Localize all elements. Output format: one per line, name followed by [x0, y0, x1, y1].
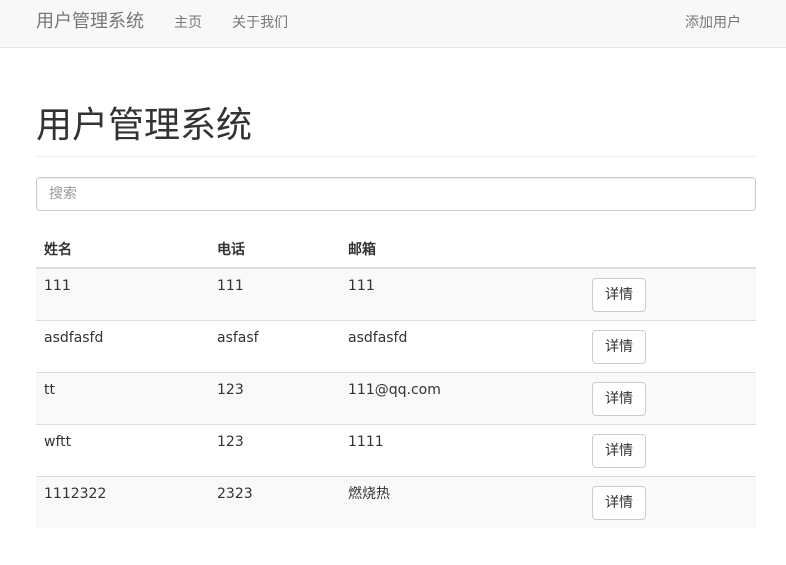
- cell-name: 1112322: [36, 476, 209, 528]
- table-row: 111 111 111 详情: [36, 267, 756, 321]
- page-title: 用户管理系统: [36, 105, 253, 146]
- table-body: 111 111 111 详情 asdfasfd asfasf asdfasfd …: [36, 267, 756, 528]
- cell-action: 详情: [584, 476, 756, 528]
- column-header-name: 姓名: [36, 230, 209, 269]
- cell-email: 111@qq.com: [340, 372, 584, 425]
- cell-action: 详情: [584, 267, 756, 321]
- cell-action: 详情: [584, 372, 756, 425]
- nav-link-about[interactable]: 关于我们: [232, 14, 288, 32]
- detail-button[interactable]: 详情: [592, 382, 646, 416]
- detail-button[interactable]: 详情: [592, 278, 646, 312]
- table-row: 1112322 2323 燃烧热 详情: [36, 476, 756, 528]
- cell-action: 详情: [584, 320, 756, 373]
- cell-name: asdfasfd: [36, 320, 209, 373]
- detail-button[interactable]: 详情: [592, 330, 646, 364]
- cell-email: 1111: [340, 424, 584, 477]
- user-table: 姓名 电话 邮箱 111 111 111 详情 asdfasfd asfasf …: [36, 230, 756, 528]
- detail-button[interactable]: 详情: [592, 486, 646, 520]
- navbar-brand[interactable]: 用户管理系统: [36, 11, 144, 33]
- cell-phone: 2323: [209, 476, 340, 528]
- table-row: tt 123 111@qq.com 详情: [36, 372, 756, 425]
- cell-phone: 123: [209, 372, 340, 425]
- cell-name: 111: [36, 267, 209, 321]
- cell-phone: 111: [209, 267, 340, 321]
- page-header: 用户管理系统: [36, 104, 756, 157]
- table-header-row: 姓名 电话 邮箱: [36, 230, 756, 269]
- table-header: 姓名 电话 邮箱: [36, 230, 756, 269]
- nav-link-home[interactable]: 主页: [174, 14, 202, 32]
- cell-name: wftt: [36, 424, 209, 477]
- cell-email: 111: [340, 267, 584, 321]
- table-row: asdfasfd asfasf asdfasfd 详情: [36, 320, 756, 373]
- cell-action: 详情: [584, 424, 756, 477]
- search-input[interactable]: [36, 177, 756, 211]
- cell-phone: asfasf: [209, 320, 340, 373]
- cell-phone: 123: [209, 424, 340, 477]
- column-header-phone: 电话: [209, 230, 340, 269]
- column-header-action: [584, 230, 756, 269]
- cell-email: asdfasfd: [340, 320, 584, 373]
- table-row: wftt 123 1111 详情: [36, 424, 756, 477]
- detail-button[interactable]: 详情: [592, 434, 646, 468]
- nav-link-add-user[interactable]: 添加用户: [685, 14, 741, 32]
- cell-name: tt: [36, 372, 209, 425]
- cell-email: 燃烧热: [340, 476, 584, 528]
- top-navbar: 用户管理系统 主页 关于我们 添加用户: [0, 0, 786, 48]
- column-header-email: 邮箱: [340, 230, 584, 269]
